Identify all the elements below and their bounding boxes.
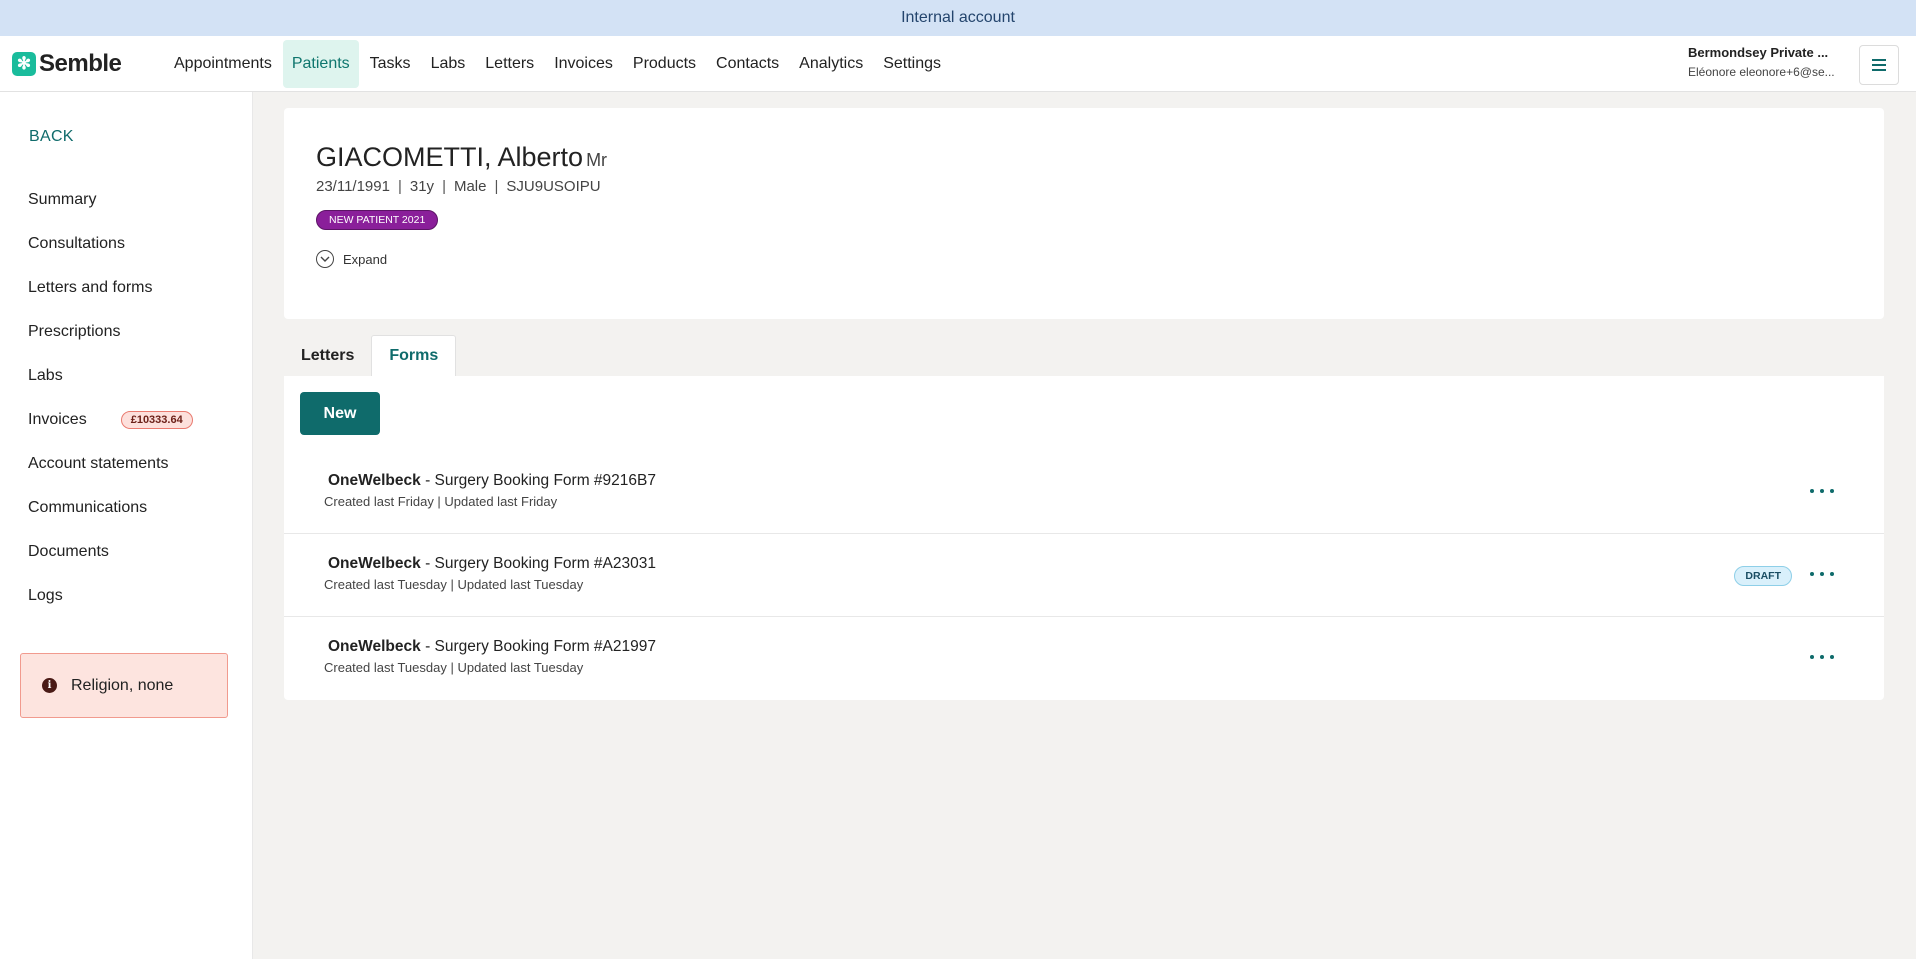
nav-appointments[interactable]: Appointments: [165, 40, 281, 88]
patient-dob: 23/11/1991: [316, 178, 390, 195]
alert-text: Religion, none: [71, 676, 174, 694]
form-dates: Created last Tuesday | Updated last Tues…: [324, 660, 584, 675]
letters-forms-tabs: Letters Forms: [284, 335, 457, 376]
expand-toggle[interactable]: Expand: [316, 250, 387, 268]
list-item[interactable]: OneWelbeck - Surgery Booking Form #A2303…: [284, 534, 1884, 617]
draft-status-badge: DRAFT: [1734, 566, 1792, 586]
patient-header-card: GIACOMETTI, Alberto Mr 23/11/1991 | 31y |…: [284, 108, 1884, 319]
patient-label-tag: NEW PATIENT 2021: [316, 210, 439, 230]
sidebar-item-account-statements[interactable]: Account statements: [28, 442, 193, 486]
patient-sex: Male: [453, 178, 487, 195]
sidebar-item-logs[interactable]: Logs: [28, 574, 193, 618]
form-organisation: OneWelbeck: [328, 638, 421, 655]
sidebar-item-labs[interactable]: Labs: [28, 354, 193, 398]
info-icon: i: [42, 678, 57, 693]
semble-logo-icon: ✻: [12, 51, 36, 76]
sidebar-item-label: Invoices: [28, 411, 87, 428]
tab-forms[interactable]: Forms: [371, 335, 457, 376]
invoice-balance-badge: £10333.64: [120, 411, 193, 429]
top-navigation-bar: ✻ Semble Appointments Patients Tasks Lab…: [0, 36, 1916, 92]
nav-contacts[interactable]: Contacts: [707, 40, 788, 88]
nav-patients[interactable]: Patients: [282, 39, 359, 88]
sidebar-item-summary[interactable]: Summary: [28, 178, 193, 222]
forms-panel: New OneWelbeck - Surgery Booking Form #9…: [284, 376, 1884, 700]
patient-section-list: Summary Consultations Letters and forms …: [28, 178, 193, 618]
patient-alert: i Religion, none: [20, 653, 228, 718]
more-options-icon[interactable]: [1810, 564, 1834, 584]
form-dates: Created last Tuesday | Updated last Tues…: [324, 577, 584, 592]
sidebar-item-communications[interactable]: Communications: [28, 486, 193, 530]
patient-id: SJU9USOIPU: [506, 178, 601, 195]
form-name: - Surgery Booking Form #A23031: [420, 555, 656, 572]
sidebar-item-consultations[interactable]: Consultations: [28, 222, 193, 266]
internal-account-banner: Internal account: [0, 0, 1916, 36]
list-item[interactable]: OneWelbeck - Surgery Booking Form #9216B…: [284, 451, 1884, 534]
tab-letters[interactable]: Letters: [284, 335, 371, 376]
patient-full-name: GIACOMETTI, Alberto: [316, 142, 584, 172]
form-title: OneWelbeck - Surgery Booking Form #A2303…: [328, 555, 656, 573]
chevron-down-icon: [316, 250, 334, 268]
back-link[interactable]: BACK: [29, 128, 74, 146]
sidebar-item-documents[interactable]: Documents: [28, 530, 193, 574]
form-title: OneWelbeck - Surgery Booking Form #A2199…: [328, 638, 656, 656]
patient-sidebar: BACK Summary Consultations Letters and f…: [0, 92, 253, 959]
nav-analytics[interactable]: Analytics: [790, 40, 872, 88]
account-user: Eléonore eleonore+6@se...: [1688, 65, 1835, 79]
nav-products[interactable]: Products: [624, 40, 705, 88]
new-form-button[interactable]: New: [300, 392, 380, 435]
form-name: - Surgery Booking Form #A21997: [420, 638, 656, 655]
patient-details: 23/11/1991 | 31y | Male | SJU9USOIPU: [316, 178, 601, 195]
main-nav: Appointments Patients Tasks Labs Letters…: [165, 36, 952, 92]
nav-invoices[interactable]: Invoices: [545, 40, 622, 88]
nav-settings[interactable]: Settings: [874, 40, 950, 88]
nav-labs[interactable]: Labs: [422, 40, 475, 88]
brand-name: Semble: [39, 49, 122, 77]
form-name: - Surgery Booking Form #9216B7: [420, 472, 656, 489]
form-title: OneWelbeck - Surgery Booking Form #9216B…: [328, 472, 656, 490]
account-switcher[interactable]: Bermondsey Private ... Eléonore eleonore…: [1688, 45, 1840, 79]
expand-label: Expand: [343, 251, 388, 267]
sidebar-item-invoices[interactable]: Invoices £10333.64: [28, 398, 193, 442]
patient-name: GIACOMETTI, Alberto Mr: [316, 142, 607, 173]
nav-letters[interactable]: Letters: [476, 40, 543, 88]
patient-title: Mr: [586, 150, 608, 170]
nav-tasks[interactable]: Tasks: [361, 40, 420, 88]
sidebar-item-letters-and-forms[interactable]: Letters and forms: [28, 266, 193, 310]
banner-text: Internal account: [901, 9, 1015, 26]
patient-age: 31y: [409, 178, 435, 195]
semble-logo[interactable]: ✻ Semble: [12, 50, 152, 78]
more-options-icon[interactable]: [1810, 647, 1834, 667]
list-item[interactable]: OneWelbeck - Surgery Booking Form #A2199…: [284, 617, 1884, 700]
sidebar-item-prescriptions[interactable]: Prescriptions: [28, 310, 193, 354]
more-options-icon[interactable]: [1810, 481, 1834, 501]
form-organisation: OneWelbeck: [328, 472, 421, 489]
hamburger-icon: [1872, 59, 1886, 71]
form-organisation: OneWelbeck: [328, 555, 421, 572]
menu-button[interactable]: [1859, 45, 1899, 85]
account-name: Bermondsey Private ...: [1688, 45, 1829, 60]
form-dates: Created last Friday | Updated last Frida…: [324, 494, 558, 509]
